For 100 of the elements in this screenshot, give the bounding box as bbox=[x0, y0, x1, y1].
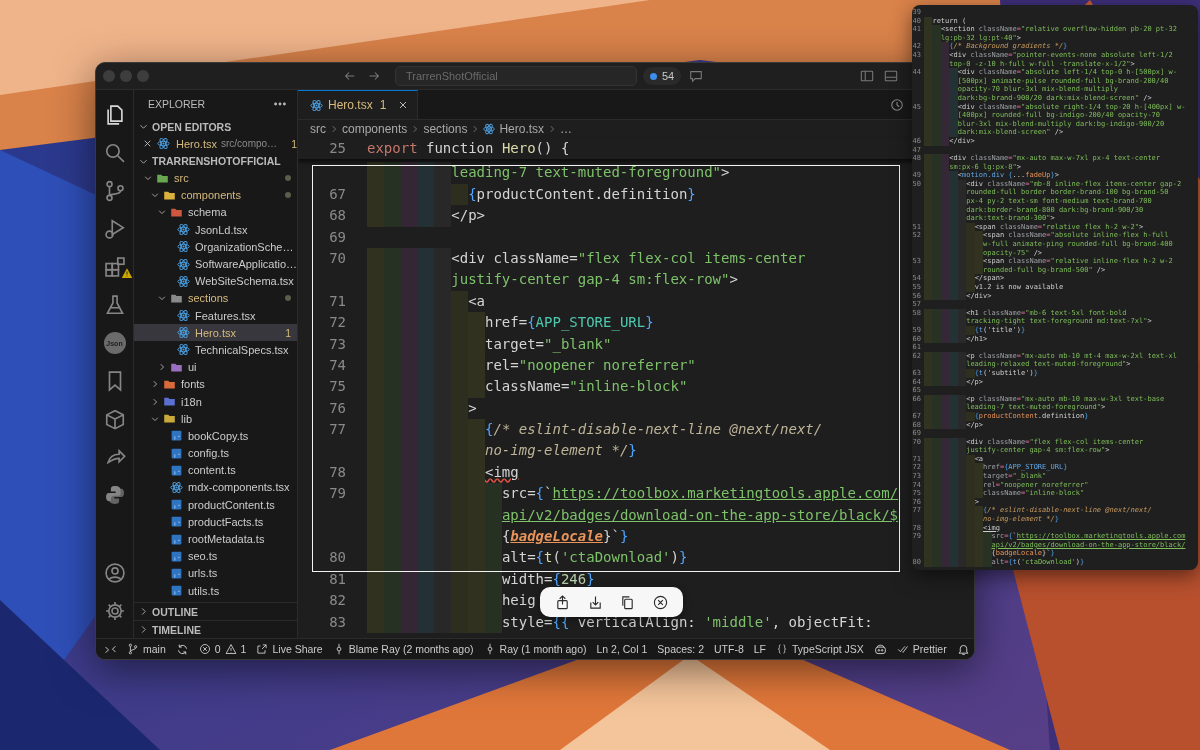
status-item[interactable]: Prettier bbox=[896, 643, 947, 655]
line-number: 82 bbox=[328, 591, 347, 611]
atom-icon bbox=[170, 480, 183, 494]
section-header[interactable]: OUTLINE bbox=[134, 602, 297, 620]
error-icon bbox=[198, 643, 211, 655]
tree-item[interactable]: src bbox=[134, 169, 297, 187]
code-line: heig bbox=[367, 590, 536, 612]
double-check-icon bbox=[896, 643, 909, 655]
tree-item[interactable]: OrganizationSche… bbox=[134, 238, 297, 256]
code-line: <a bbox=[367, 290, 485, 313]
status-item[interactable]: Ln 2, Col 1 bbox=[596, 643, 648, 655]
cube-icon[interactable] bbox=[103, 408, 126, 430]
tree-item[interactable]: SoftwareApplicatio… bbox=[134, 255, 297, 273]
notification-badge[interactable]: 54 bbox=[643, 67, 682, 85]
forward-arrow-icon[interactable] bbox=[367, 69, 381, 83]
download-icon[interactable] bbox=[587, 594, 603, 610]
code-line: api/v2/badges/download-on-the-app-store/black/$ bbox=[367, 504, 899, 527]
sidebar-layout-icon[interactable] bbox=[860, 69, 874, 83]
tree-item[interactable]: i18n bbox=[134, 392, 297, 411]
robot-icon[interactable] bbox=[873, 642, 887, 656]
editor-tab[interactable]: Hero.tsx 1 bbox=[298, 90, 419, 119]
tree-item[interactable]: fonts bbox=[134, 375, 297, 393]
source-control-icon[interactable] bbox=[103, 180, 126, 202]
account-icon[interactable] bbox=[103, 562, 126, 584]
tree-item[interactable]: utils.ts bbox=[134, 582, 297, 600]
tree-item[interactable]: productContent.ts bbox=[134, 496, 297, 514]
breadcrumb-item[interactable]: components bbox=[342, 122, 408, 136]
script-file-icon bbox=[170, 566, 183, 580]
tree-item[interactable]: content.ts bbox=[134, 461, 297, 479]
line-number: 75 bbox=[328, 377, 347, 397]
open-editor-item[interactable]: Hero.tsx src/compo… 1 bbox=[134, 135, 297, 153]
status-item[interactable]: TypeScript JSX bbox=[776, 643, 864, 655]
section-header[interactable]: OPEN EDITORS bbox=[134, 118, 297, 135]
run-debug-icon[interactable] bbox=[103, 218, 126, 240]
tree-item[interactable]: sections bbox=[134, 289, 297, 307]
code-line: width={246} bbox=[367, 568, 595, 591]
back-arrow-icon[interactable] bbox=[343, 69, 357, 83]
section-header[interactable]: TRARRENSHOTOFFICIAL bbox=[134, 152, 297, 170]
tree-item[interactable]: bookCopy.ts bbox=[134, 427, 297, 445]
code-line: {productContent.definition} bbox=[367, 183, 696, 206]
script-file-icon bbox=[170, 463, 183, 477]
copy-icon[interactable] bbox=[620, 594, 636, 610]
tree-item[interactable]: ui bbox=[134, 358, 297, 376]
code-line: leading-7 text-muted-foreground"> bbox=[367, 162, 730, 184]
status-item[interactable]: Ray (1 month ago) bbox=[483, 643, 587, 655]
tree-item[interactable]: Features.tsx bbox=[134, 307, 297, 325]
code-line: src={`https://toolbox.marketingtools.apple.com/ bbox=[367, 483, 899, 505]
line-number: 80 bbox=[328, 548, 347, 568]
problems-button[interactable]: 0 1 bbox=[198, 643, 247, 655]
status-item[interactable]: UTF-8 bbox=[714, 643, 744, 655]
bell-icon[interactable] bbox=[956, 642, 970, 656]
code-line: href={APP_STORE_URL} bbox=[367, 312, 654, 334]
tree-item[interactable]: components bbox=[134, 186, 297, 204]
tree-item[interactable]: WebSiteSchema.tsx bbox=[134, 272, 297, 290]
settings-icon[interactable] bbox=[103, 600, 126, 622]
tree-item[interactable]: JsonLd.tsx bbox=[134, 221, 297, 239]
status-item[interactable]: Spaces: 2 bbox=[657, 643, 704, 655]
breadcrumb-item[interactable]: src bbox=[310, 122, 326, 136]
script-file-icon bbox=[170, 515, 183, 529]
modified-dot bbox=[285, 295, 291, 302]
tree-item[interactable]: schema bbox=[134, 203, 297, 222]
tree-item[interactable]: Hero.tsx 1 bbox=[134, 324, 297, 342]
tree-item[interactable]: config.ts bbox=[134, 444, 297, 462]
code-line: no-img-element */} bbox=[367, 440, 637, 462]
flask-icon[interactable] bbox=[103, 294, 126, 316]
chat-icon[interactable] bbox=[689, 69, 704, 83]
language-logo-icon[interactable] bbox=[103, 484, 126, 506]
selection-rectangle[interactable] bbox=[312, 165, 900, 572]
status-item[interactable]: Blame Ray (2 months ago) bbox=[332, 643, 474, 655]
breadcrumb-item[interactable]: sections bbox=[423, 122, 468, 136]
atom-icon bbox=[177, 240, 190, 254]
tree-item[interactable]: mdx-components.tsx bbox=[134, 478, 297, 497]
search-icon[interactable] bbox=[103, 142, 126, 164]
line-number: 74 bbox=[328, 355, 347, 375]
line-number: 81 bbox=[328, 569, 347, 589]
panel-layout-icon[interactable] bbox=[884, 69, 898, 83]
tree-item[interactable]: seo.ts bbox=[134, 547, 297, 565]
extensions-icon[interactable] bbox=[103, 256, 126, 278]
tree-item[interactable]: urls.ts bbox=[134, 564, 297, 582]
tree-item[interactable]: productFacts.ts bbox=[134, 513, 297, 531]
line-number: 78 bbox=[328, 462, 347, 482]
atom-icon bbox=[177, 309, 190, 323]
breadcrumb-item[interactable]: Hero.tsx bbox=[483, 122, 545, 136]
tree-item[interactable]: lib bbox=[134, 410, 297, 428]
close-icon[interactable] bbox=[653, 594, 669, 610]
code-line: > bbox=[367, 397, 477, 420]
tree-item[interactable]: TechnicalSpecs.tsx bbox=[134, 341, 297, 359]
breadcrumb-item[interactable]: … bbox=[560, 122, 573, 136]
atom-icon bbox=[483, 123, 496, 135]
share-icon[interactable] bbox=[554, 594, 570, 610]
history-icon[interactable] bbox=[890, 97, 904, 112]
status-item[interactable]: Live Share bbox=[256, 643, 323, 655]
atom-icon bbox=[157, 137, 170, 151]
chevron-icon bbox=[329, 124, 339, 134]
sync-icon[interactable] bbox=[175, 642, 189, 656]
status-item[interactable]: main bbox=[127, 643, 166, 655]
status-item[interactable]: LF bbox=[753, 643, 767, 655]
tree-item[interactable]: rootMetadata.ts bbox=[134, 530, 297, 548]
atom-icon bbox=[177, 326, 190, 340]
script-file-icon bbox=[170, 446, 183, 460]
